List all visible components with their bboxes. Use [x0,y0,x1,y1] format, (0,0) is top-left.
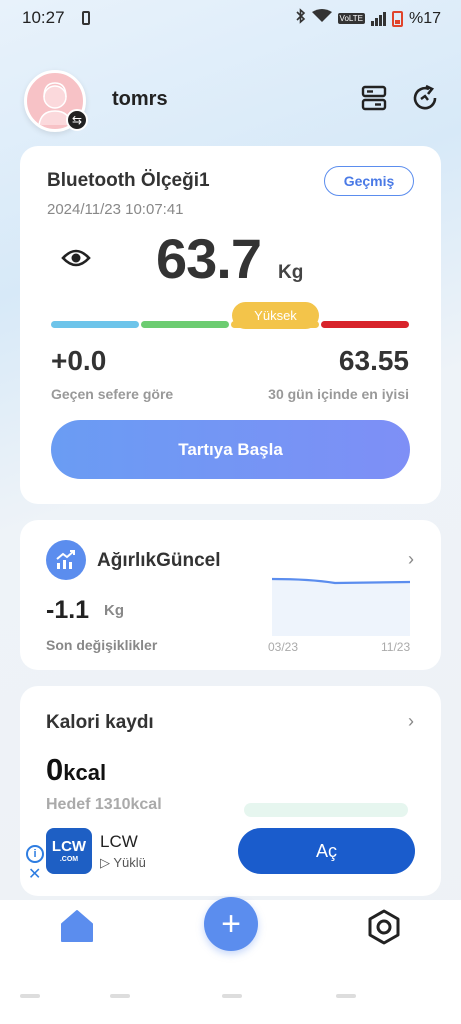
ad-close-icon[interactable]: ✕ [28,864,41,884]
trend-title: AğırlıkGüncel [97,550,221,571]
calorie-progress-bar [244,803,408,817]
calorie-title: Kalori kaydı [46,712,154,733]
start-weighing-button[interactable]: Tartıya Başla [51,420,410,479]
username: tomrs [112,88,168,110]
settings-icon[interactable] [365,908,403,946]
weight-value: 63.7 [156,227,262,290]
sync-icon[interactable] [411,84,439,112]
trend-chart-icon [46,540,86,580]
calorie-unit: kcal [63,760,107,785]
battery-icon [391,10,403,27]
status-icons: VoLTE %17 [295,8,441,29]
calorie-number: 0 [46,752,64,787]
ad-status: ▷ Yüklü [100,855,146,871]
chevron-right-icon[interactable]: › [408,549,414,570]
trend-sparkline [270,570,412,636]
device-name: Bluetooth Ölçeği1 [47,170,210,191]
volte-badge: VoLTE [337,13,365,24]
trend-unit: Kg [104,602,124,619]
trend-label: Son değişiklikler [46,637,158,653]
level-badge: Yüksek [232,302,319,329]
history-button[interactable]: Geçmiş [324,166,414,196]
calorie-goal: Hedef 1310kcal [46,796,162,813]
gesture-hint [110,994,130,998]
trend-delta: -1.1 [46,596,90,624]
signal-icon [370,11,386,26]
best-label: 30 gün içinde en iyisi [268,386,409,402]
range-segment-very-high [321,321,409,328]
delta-value: +0.0 [51,345,107,376]
range-segment-normal [141,321,229,328]
battery-percent: %17 [408,9,441,27]
bluetooth-icon [295,8,306,29]
wifi-icon [311,9,332,28]
chevron-right-icon[interactable]: › [408,711,414,732]
measurement-datetime: 2024/11/23 10:07:41 [47,201,184,218]
weight-unit: Kg [278,262,304,283]
ad-logo-text: LCW [51,838,87,855]
add-button[interactable]: + [204,897,258,951]
home-icon[interactable] [58,907,96,945]
ad-app-name: LCW [100,832,138,851]
ad-info-icon[interactable]: i [26,845,44,863]
gesture-hint [222,994,242,998]
calorie-value: 0kcal [46,752,106,788]
sim-icon [82,11,90,25]
ad-status-text: Yüklü [113,855,146,870]
best-value: 63.55 [338,345,409,376]
delta-label: Geçen sefere göre [51,386,174,402]
avatar-swap-icon[interactable]: ⇆ [66,109,88,131]
gesture-hint [20,994,40,998]
trend-x-end: 11/23 [381,640,411,654]
ad-open-button[interactable]: Aç [238,828,415,874]
eye-icon[interactable] [61,246,91,270]
status-time: 10:27 [22,8,65,27]
range-segment-low [51,321,139,328]
gesture-hint [336,994,356,998]
trend-x-start: 03/23 [268,640,299,654]
ad-logo[interactable]: LCW .COM [46,828,92,874]
devices-icon[interactable] [361,84,389,112]
play-store-icon: ▷ [100,855,110,870]
ad-logo-sub: .COM [59,856,79,863]
